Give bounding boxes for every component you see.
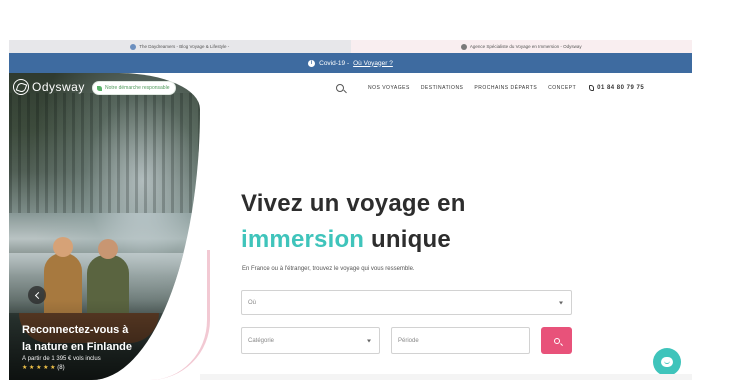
- tab-label: The Daydreamers - Blog Voyage & Lifestyl…: [139, 44, 230, 49]
- forest-background: [9, 93, 200, 213]
- hero-headline: Vivez un voyage en immersion unique: [241, 186, 466, 258]
- trip-price: À partir de 1 395 € vols inclus: [22, 356, 101, 362]
- destination-placeholder: Où: [248, 299, 257, 306]
- tab-label: Agence Spécialiste du Voyage en Immersio…: [469, 44, 582, 49]
- search-icon[interactable]: [336, 84, 344, 92]
- chevron-left-icon: [34, 291, 42, 299]
- where-to-travel-link[interactable]: Où Voyager ?: [353, 60, 393, 67]
- favicon-icon: [460, 43, 467, 50]
- nav-item-nos-voyages[interactable]: NOS VOYAGES: [368, 85, 410, 91]
- category-placeholder: Catégorie: [248, 337, 275, 344]
- featured-trip-caption[interactable]: Reconnectez-vous à la nature en Finlande…: [22, 322, 132, 371]
- page: The Daydreamers - Blog Voyage & Lifestyl…: [0, 0, 731, 380]
- search-button[interactable]: [541, 327, 572, 354]
- favicon-icon: [130, 43, 137, 50]
- phone-link[interactable]: 01 84 80 79 75: [589, 85, 644, 91]
- headline-rest: unique: [364, 226, 451, 253]
- star-icons: ★ ★ ★ ★ ★: [22, 365, 56, 371]
- chat-icon: [661, 357, 673, 367]
- main-nav: NOS VOYAGES DESTINATIONS PROCHAINS DÉPAR…: [336, 82, 644, 94]
- odysway-logo[interactable]: Odysway: [13, 79, 85, 95]
- period-placeholder: Période: [398, 337, 419, 344]
- headline-accent: immersion: [241, 226, 365, 253]
- logo-mark-icon: [13, 79, 29, 95]
- nav-item-prochains-departs[interactable]: PROCHAINS DÉPARTS: [474, 85, 537, 91]
- destination-select[interactable]: Où: [241, 290, 572, 315]
- chevron-down-icon: [559, 301, 563, 304]
- covid-banner: i Covid-19 - Où Voyager ?: [9, 53, 692, 73]
- headline-line-1: Vivez un voyage en: [241, 190, 466, 217]
- browser-tab[interactable]: The Daydreamers - Blog Voyage & Lifestyl…: [9, 40, 351, 53]
- phone-number: 01 84 80 79 75: [597, 85, 645, 91]
- hero-subtitle: En France ou à l'étranger, trouvez le vo…: [242, 266, 415, 272]
- carousel-prev-button[interactable]: [28, 286, 46, 304]
- browser-tab-active[interactable]: Agence Spécialiste du Voyage en Immersio…: [350, 40, 692, 53]
- trip-rating: ★ ★ ★ ★ ★ (8): [22, 364, 132, 371]
- category-select[interactable]: Catégorie: [241, 327, 380, 354]
- period-field[interactable]: Période: [391, 327, 530, 354]
- review-count: (8): [57, 365, 65, 371]
- responsible-approach-badge[interactable]: Notre démarche responsable: [92, 81, 177, 95]
- badge-label: Notre démarche responsable: [105, 85, 170, 91]
- section-divider: [200, 374, 692, 380]
- chat-button[interactable]: [653, 348, 681, 376]
- search-icon: [553, 337, 560, 344]
- logo-text: Odysway: [32, 80, 85, 94]
- leaf-icon: [97, 85, 102, 91]
- nav-item-concept[interactable]: CONCEPT: [548, 85, 576, 91]
- browser-tab-strip: The Daydreamers - Blog Voyage & Lifestyl…: [9, 40, 692, 53]
- phone-icon: [589, 85, 595, 91]
- info-icon: i: [308, 59, 316, 67]
- covid-banner-text: Covid-19 -: [319, 59, 350, 67]
- trip-title-line-1: Reconnectez-vous à: [22, 324, 129, 336]
- headline-line-2: immersion unique: [241, 222, 466, 258]
- nav-item-destinations[interactable]: DESTINATIONS: [421, 85, 464, 91]
- decorative-curve: [150, 250, 210, 380]
- chevron-down-icon: [367, 339, 371, 342]
- trip-title-line-2: la nature en Finlande: [22, 341, 133, 353]
